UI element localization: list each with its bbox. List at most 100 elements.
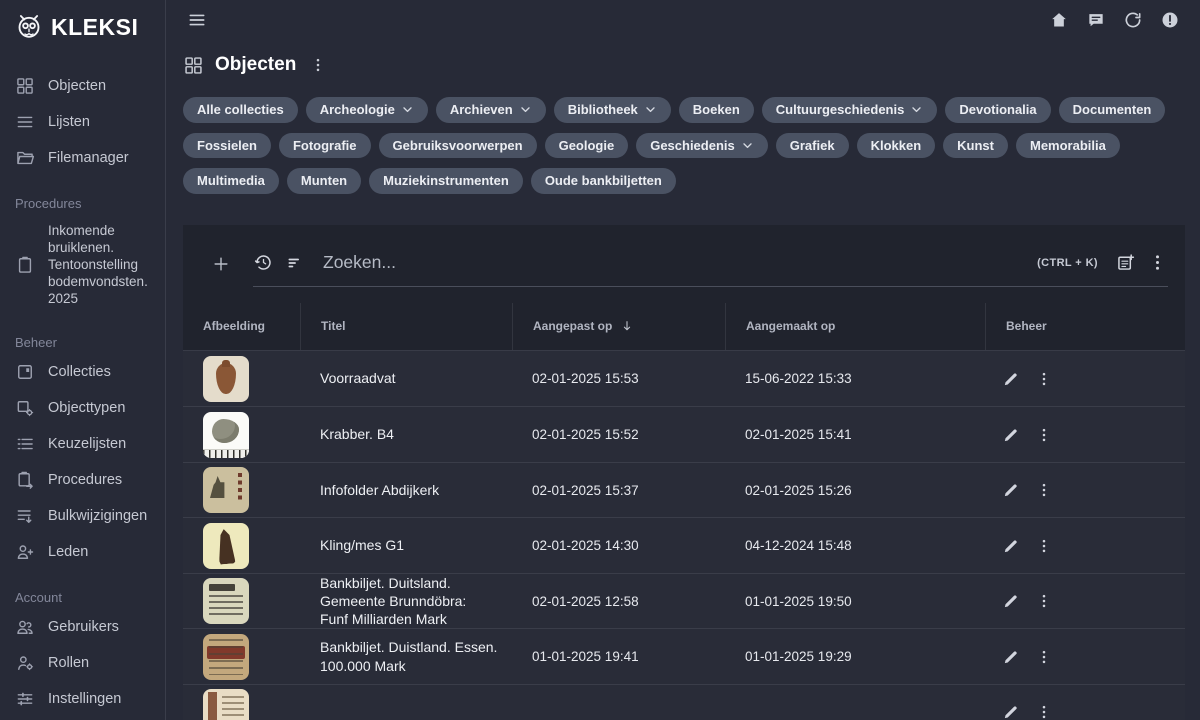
cell-beheer xyxy=(985,407,1185,462)
sidebar-item-instellingen[interactable]: Instellingen xyxy=(0,681,165,717)
edit-object-button[interactable] xyxy=(1000,535,1022,557)
filter-chip-muziekinstrumenten[interactable]: Muziekinstrumenten xyxy=(369,168,523,194)
filter-chip-label: Munten xyxy=(301,173,347,189)
filter-chip-archeologie[interactable]: Archeologie xyxy=(306,97,428,123)
refresh-button[interactable] xyxy=(1121,8,1145,32)
sidebar-section-title-account: Account xyxy=(15,590,165,605)
filter-chip-cultuurgeschiedenis[interactable]: Cultuurgeschiedenis xyxy=(762,97,938,123)
sidebar-item-lijsten[interactable]: Lijsten xyxy=(0,104,165,140)
page-title: Objecten xyxy=(215,54,296,76)
sidebar-item-bulkwijzigingen[interactable]: Bulkwijzigingen xyxy=(0,498,165,534)
sidebar-item-label: Keuzelijsten xyxy=(48,435,126,453)
cell-beheer xyxy=(985,351,1185,407)
history-icon xyxy=(253,261,274,276)
chat-button[interactable] xyxy=(1084,8,1108,32)
object-thumbnail xyxy=(203,467,249,513)
table-row[interactable]: Krabber. B402-01-2025 15:5202-01-2025 15… xyxy=(183,406,1185,462)
filter-chip-kunst[interactable]: Kunst xyxy=(943,133,1008,159)
row-menu-button[interactable] xyxy=(1033,590,1055,612)
cell-titel: Infofolder Abdijkerk xyxy=(300,463,512,518)
column-header-aangepast-op[interactable]: Aangepast op xyxy=(512,303,725,350)
row-menu-button[interactable] xyxy=(1033,535,1055,557)
edit-icon xyxy=(1002,709,1020,720)
sidebar-item-inkomende-bruiklenen-tentoonstelling-bodemvondsten-2025[interactable]: Inkomende bruiklenen. Tentoonstelling bo… xyxy=(0,215,165,315)
sidebar-item-gebruikers[interactable]: Gebruikers xyxy=(0,609,165,645)
filter-chip-devotionalia[interactable]: Devotionalia xyxy=(945,97,1050,123)
row-menu-button[interactable] xyxy=(1033,424,1055,446)
kebab-icon xyxy=(1035,709,1053,720)
table-row[interactable]: Bankbiljet. Duitsland. Gemeente Brunndöb… xyxy=(183,573,1185,629)
cell-titel: Bankbiljet. Duitsland. Gemeente Brunndöb… xyxy=(300,574,512,629)
sidebar-item-keuzelijsten[interactable]: Keuzelijsten xyxy=(0,426,165,462)
add-object-button[interactable] xyxy=(207,250,235,278)
filter-chip-documenten[interactable]: Documenten xyxy=(1059,97,1166,123)
filter-chip-label: Cultuurgeschiedenis xyxy=(776,102,905,118)
edit-object-button[interactable] xyxy=(1000,424,1022,446)
sliders-icon xyxy=(15,689,35,709)
filter-chip-memorabilia[interactable]: Memorabilia xyxy=(1016,133,1120,159)
sidebar-item-objecten[interactable]: Objecten xyxy=(0,68,165,104)
object-thumbnail xyxy=(203,578,249,624)
sidebar-item-leden[interactable]: Leden xyxy=(0,534,165,570)
chevron-down-icon xyxy=(741,139,754,152)
search-field: (CTRL + K) xyxy=(253,252,1168,287)
table-row[interactable] xyxy=(183,684,1185,720)
filter-chip-oude-bankbiljetten[interactable]: Oude bankbiljetten xyxy=(531,168,676,194)
filter-chip-alle-collecties[interactable]: Alle collecties xyxy=(183,97,298,123)
column-header-afbeelding[interactable]: Afbeelding xyxy=(183,303,300,350)
info-button[interactable] xyxy=(1158,8,1182,32)
table-row[interactable]: Kling/mes G102-01-2025 14:3004-12-2024 1… xyxy=(183,517,1185,573)
filter-chip-grafiek[interactable]: Grafiek xyxy=(776,133,849,159)
sidebar-item-objecttypen[interactable]: Objecttypen xyxy=(0,390,165,426)
filter-chip-gebruiksvoorwerpen[interactable]: Gebruiksvoorwerpen xyxy=(379,133,537,159)
search-filter-button[interactable] xyxy=(285,252,306,273)
search-menu-button[interactable] xyxy=(1147,252,1168,273)
menu-button[interactable] xyxy=(185,8,209,32)
sidebar-item-collecties[interactable]: Collecties xyxy=(0,354,165,390)
edit-object-button[interactable] xyxy=(1000,590,1022,612)
cell-aangepast-op: 01-01-2025 19:41 xyxy=(512,629,725,684)
sidebar-item-rollen[interactable]: Rollen xyxy=(0,645,165,681)
edit-object-button[interactable] xyxy=(1000,701,1022,720)
home-icon xyxy=(1049,10,1069,30)
owl-logo-icon xyxy=(14,12,44,42)
filter-chip-multimedia[interactable]: Multimedia xyxy=(183,168,279,194)
kebab-icon xyxy=(309,63,327,78)
column-header-beheer[interactable]: Beheer xyxy=(985,303,1185,350)
row-menu-button[interactable] xyxy=(1033,701,1055,720)
filter-chip-bibliotheek[interactable]: Bibliotheek xyxy=(554,97,671,123)
row-menu-button[interactable] xyxy=(1033,368,1055,390)
user-plus-icon xyxy=(15,542,35,562)
table-row[interactable]: Voorraadvat02-01-2025 15:5315-06-2022 15… xyxy=(183,351,1185,407)
edit-object-button[interactable] xyxy=(1000,646,1022,668)
filter-chip-geologie[interactable]: Geologie xyxy=(545,133,629,159)
table-row[interactable]: Infofolder Abdijkerk02-01-2025 15:3702-0… xyxy=(183,462,1185,518)
cell-aangepast-op: 02-01-2025 15:53 xyxy=(512,351,725,407)
column-header-label: Afbeelding xyxy=(203,319,265,333)
sidebar-sections: Procedures Inkomende bruiklenen. Tentoons… xyxy=(0,176,165,720)
filter-chip-fotografie[interactable]: Fotografie xyxy=(279,133,371,159)
filter-chip-geschiedenis[interactable]: Geschiedenis xyxy=(636,133,768,159)
filter-chip-boeken[interactable]: Boeken xyxy=(679,97,754,123)
column-header-aangemaakt-op[interactable]: Aangemaakt op xyxy=(725,303,985,350)
filter-chip-klokken[interactable]: Klokken xyxy=(857,133,936,159)
sidebar-item-procedures[interactable]: Procedures xyxy=(0,462,165,498)
search-history-button[interactable] xyxy=(253,252,274,273)
sidebar-item-label: Gebruikers xyxy=(48,618,119,636)
edit-object-button[interactable] xyxy=(1000,479,1022,501)
save-search-button[interactable] xyxy=(1115,252,1136,273)
column-header-titel[interactable]: Titel xyxy=(300,303,512,350)
filter-chip-munten[interactable]: Munten xyxy=(287,168,361,194)
filter-chip-label: Kunst xyxy=(957,138,994,154)
row-menu-button[interactable] xyxy=(1033,479,1055,501)
edit-object-button[interactable] xyxy=(1000,368,1022,390)
brand-logo[interactable]: KLEKSI xyxy=(0,0,165,52)
table-row[interactable]: Bankbiljet. Duistland. Essen. 100.000 Ma… xyxy=(183,628,1185,684)
row-menu-button[interactable] xyxy=(1033,646,1055,668)
filter-chip-archieven[interactable]: Archieven xyxy=(436,97,546,123)
filter-chip-fossielen[interactable]: Fossielen xyxy=(183,133,271,159)
page-menu-button[interactable] xyxy=(309,55,327,75)
home-button[interactable] xyxy=(1047,8,1071,32)
sidebar-item-filemanager[interactable]: Filemanager xyxy=(0,140,165,176)
search-input[interactable] xyxy=(317,252,1018,273)
